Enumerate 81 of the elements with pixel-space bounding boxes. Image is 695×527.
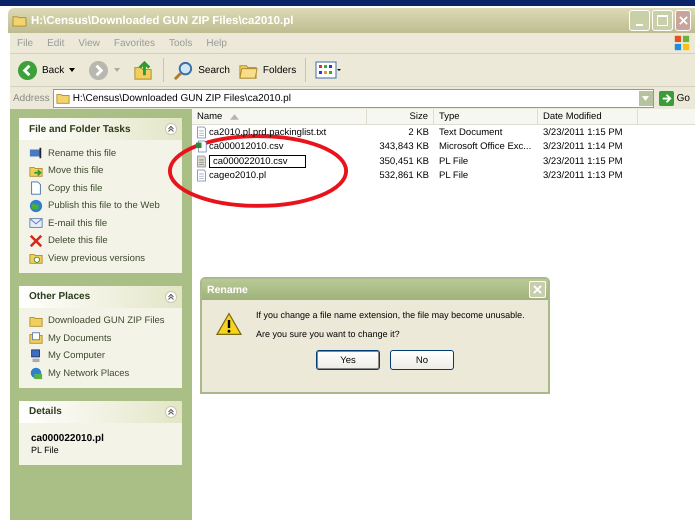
documents-icon — [29, 331, 43, 346]
table-cell-text: Text Document — [438, 126, 504, 138]
panel-title: Details — [29, 406, 62, 417]
address-label: Address — [13, 92, 50, 104]
file-icon — [196, 126, 207, 139]
task-link[interactable]: Move this file — [29, 164, 178, 178]
search-button[interactable]: Search — [170, 58, 233, 82]
task-link[interactable]: My Documents — [29, 331, 178, 346]
task-link[interactable]: Downloaded GUN ZIP Files — [29, 314, 178, 328]
dropdown-arrow-icon[interactable] — [69, 68, 76, 72]
rename-icon — [29, 146, 43, 160]
dialog-button[interactable]: No — [390, 350, 454, 370]
column-header[interactable]: Name — [192, 109, 367, 124]
go-arrow-icon — [658, 90, 674, 106]
windows-logo-icon — [673, 34, 691, 52]
file-icon — [196, 154, 207, 168]
globe-icon — [29, 198, 43, 213]
column-header[interactable]: Size — [367, 109, 434, 124]
dialog-button[interactable]: Yes — [316, 350, 380, 370]
x-icon — [29, 234, 43, 248]
spreadsheet-file-icon — [196, 140, 207, 154]
envelope-icon — [29, 216, 43, 230]
minimize-button[interactable] — [629, 10, 650, 31]
file-name[interactable]: ca000012010.csv — [209, 141, 284, 152]
task-link[interactable]: My Network Places — [29, 366, 178, 380]
dialog-title: Rename — [207, 284, 248, 296]
table-cell-text: 343,843 KB — [378, 141, 430, 152]
task-link[interactable]: View previous versions — [29, 251, 178, 266]
back-button[interactable]: Back — [14, 58, 68, 82]
collapse-chevron-icon[interactable] — [165, 290, 177, 302]
table-cell-text: 3/23/2011 1:13 PM — [542, 170, 624, 182]
maximize-button[interactable] — [652, 10, 673, 31]
file-name[interactable]: ca2010.pl.prd.packinglist.txt — [209, 126, 326, 138]
table-cell-text: 532,861 KB — [378, 170, 430, 182]
rename-field[interactable]: ca000022010.csv — [209, 154, 306, 168]
collapse-chevron-icon[interactable] — [165, 406, 177, 418]
table-cell-text: Microsoft Office Exc... — [438, 141, 532, 152]
dropdown-arrow-icon — [642, 96, 650, 100]
address-field[interactable]: H:\Census\Downloaded GUN ZIP Files\ca2010.pl — [52, 88, 654, 108]
close-button[interactable] — [675, 10, 691, 31]
views-grid-icon — [315, 60, 342, 80]
table-cell-text: 3/23/2011 1:15 PM — [542, 126, 624, 138]
task-link[interactable]: E-mail this file — [29, 216, 178, 230]
task-link[interactable]: Delete this file — [29, 234, 178, 248]
table-cell-text: 2 KB — [407, 126, 430, 138]
dialog-message: If you change a file name extension, the file may become unusable. — [256, 310, 525, 320]
computer-icon — [29, 348, 43, 363]
file-name: ca000022010.pl — [31, 432, 105, 444]
panel-title: Other Places — [29, 291, 90, 302]
close-icon — [533, 285, 542, 294]
task-link[interactable]: Rename this file — [29, 146, 178, 160]
file-type: PL File — [31, 444, 60, 454]
dropdown-button[interactable] — [638, 90, 653, 106]
folders-button[interactable]: Folders — [234, 58, 300, 82]
window-title: H:\Census\Downloaded GUN ZIP Files\ca2010.pl — [31, 14, 294, 26]
task-link[interactable]: Copy this file — [29, 181, 178, 196]
collapse-chevron-icon[interactable] — [165, 123, 177, 135]
table-cell-text: 3/23/2011 1:14 PM — [542, 141, 624, 152]
table-cell-text: PL File — [438, 156, 470, 167]
folder-up-arrow-icon — [133, 60, 154, 80]
column-header[interactable]: Type — [434, 109, 538, 124]
sort-ascending-icon — [230, 114, 240, 120]
go-button[interactable]: Go — [656, 90, 692, 106]
warning-icon — [216, 312, 242, 336]
panel-title: File and Folder Tasks — [29, 124, 131, 134]
table-cell-text: PL File — [438, 170, 470, 182]
task-link[interactable]: Publish this file to the Web — [29, 198, 178, 213]
page-icon — [29, 181, 43, 196]
table-cell-text: 350,451 KB — [378, 156, 430, 167]
search-icon — [173, 60, 194, 80]
table-cell-text: 3/23/2011 1:15 PM — [542, 156, 624, 167]
dialog-question: Are you sure you want to change it? — [256, 329, 401, 339]
file-icon — [196, 169, 207, 182]
close-button[interactable] — [529, 281, 546, 298]
column-header[interactable]: Date Modified — [538, 109, 638, 124]
close-icon — [678, 16, 688, 25]
folder-icon — [56, 91, 70, 105]
file-name[interactable]: cageo2010.pl — [209, 170, 266, 182]
task-link[interactable]: My Computer — [29, 348, 178, 363]
network-icon — [29, 366, 43, 380]
folder-icon — [12, 14, 27, 27]
